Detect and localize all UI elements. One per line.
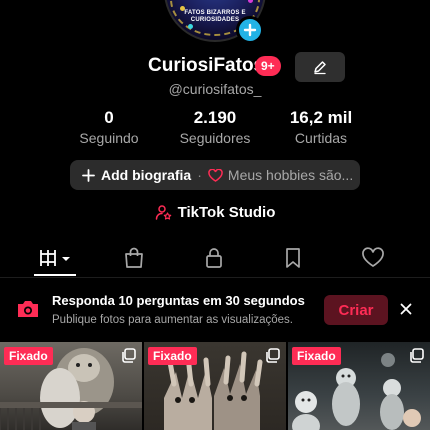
banner-subtitle: Publique fotos para aumentar as visualiz… [52, 314, 294, 326]
camera-icon [18, 301, 38, 317]
multiple-photos-icon [122, 348, 136, 363]
username: CuriosiFatos [148, 55, 265, 76]
video-thumbnail[interactable]: Fixado [0, 342, 142, 430]
video-thumbnail[interactable]: Fixado [144, 342, 286, 430]
video-grid: Fixado Fixado Fixado [0, 342, 430, 430]
profile-handle: @curiosifatos_ [168, 81, 262, 97]
multiple-photos-icon [266, 348, 280, 363]
pinned-badge: Fixado [292, 347, 341, 365]
video-thumbnail[interactable]: Fixado [288, 342, 430, 430]
banner-title: Responda 10 perguntas em 30 segundos [52, 293, 305, 308]
bag-icon [125, 247, 143, 268]
profile-stats: 0 Seguindo 2.190 Seguidores 16,2 mil Cur… [0, 108, 430, 148]
close-icon[interactable] [398, 301, 414, 317]
pencil-icon [314, 61, 326, 75]
tab-videos[interactable] [35, 244, 75, 272]
tab-shop[interactable] [114, 244, 154, 272]
tab-private[interactable] [194, 244, 234, 272]
tiktok-studio-link[interactable]: TikTok Studio [0, 204, 430, 221]
tab-liked[interactable] [353, 244, 393, 272]
grid-icon [40, 250, 70, 266]
add-bio-label: Add biografia [101, 167, 192, 183]
heart-icon [208, 168, 223, 182]
plus-icon [243, 23, 257, 37]
stat-following[interactable]: 0 Seguindo [69, 108, 149, 146]
person-star-icon [155, 205, 171, 220]
studio-label: TikTok Studio [177, 204, 276, 221]
notification-badge[interactable]: 9+ [255, 56, 281, 76]
stat-likes[interactable]: 16,2 mil Curtidas [276, 108, 366, 146]
stat-label: Curtidas [294, 130, 348, 146]
stat-value: 16,2 mil [289, 108, 353, 127]
hobbies-label: Meus hobbies são... [227, 167, 354, 183]
multiple-photos-icon [410, 348, 424, 363]
stat-label: Seguindo [79, 130, 139, 146]
sparkle-icon [188, 24, 193, 29]
plus-icon [82, 168, 95, 182]
stat-label: Seguidores [179, 130, 251, 146]
hobbies-button[interactable]: Meus hobbies são... [208, 167, 353, 183]
stat-followers[interactable]: 2.190 Seguidores [170, 108, 260, 146]
tab-saved[interactable] [273, 244, 313, 272]
pinned-badge: Fixado [4, 347, 53, 365]
add-avatar-button[interactable] [236, 16, 264, 44]
bookmark-icon [286, 248, 300, 268]
profile-name-row: CuriosiFatos 9+ [0, 52, 430, 82]
stat-value: 2.190 [193, 108, 237, 127]
bio-pill[interactable]: Add biografia · Meus hobbies são... [70, 160, 360, 190]
edit-profile-button[interactable] [295, 52, 345, 82]
quiz-banner: Responda 10 perguntas em 30 segundos Pub… [0, 282, 430, 338]
active-tab-indicator [34, 274, 76, 276]
create-button[interactable]: Criar [324, 295, 388, 325]
lock-icon [206, 248, 222, 268]
bio-separator: · [197, 167, 202, 183]
pinned-badge: Fixado [148, 347, 197, 365]
add-bio-button[interactable]: Add biografia [82, 167, 191, 183]
profile-tabs [0, 238, 430, 278]
stat-value: 0 [104, 108, 114, 127]
heart-icon [362, 247, 384, 267]
